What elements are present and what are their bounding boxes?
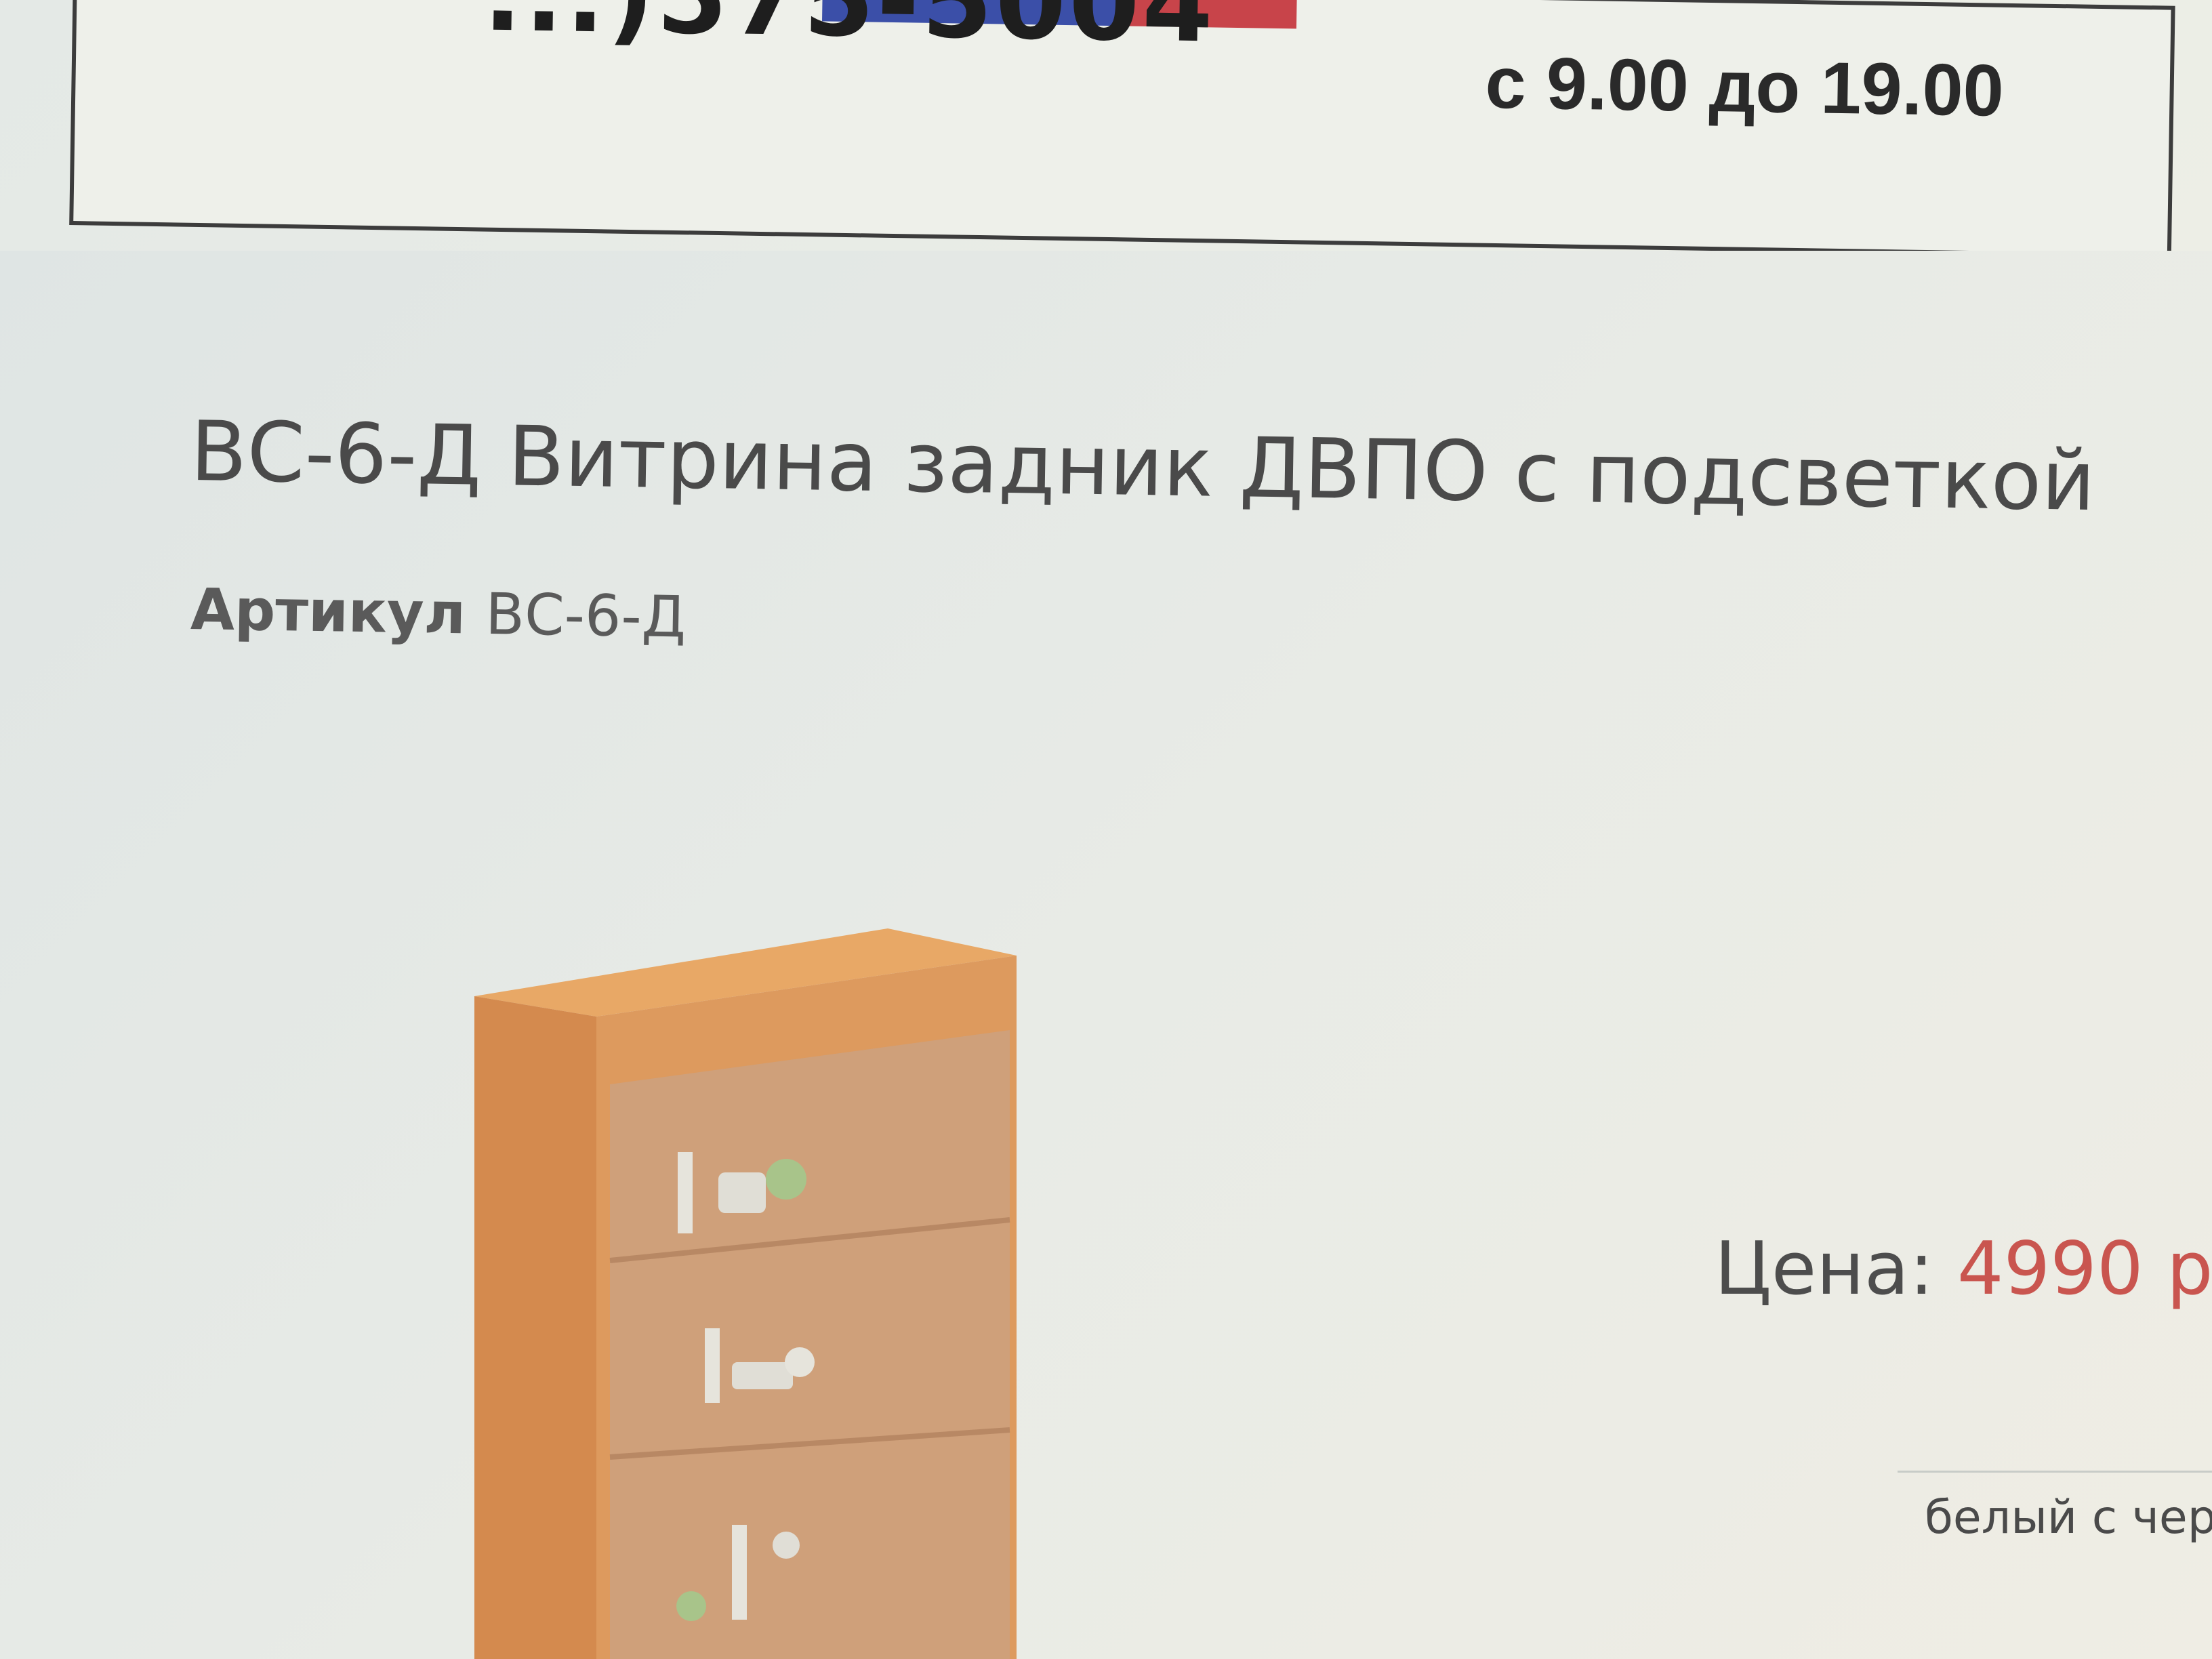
shelf-item	[732, 1525, 747, 1620]
shelf-item	[785, 1347, 815, 1377]
product-sku: Артикул ВС-6-Д	[190, 576, 687, 650]
shelf-item	[678, 1152, 693, 1233]
shelf-item	[766, 1159, 806, 1200]
working-hours: с 9.00 до 19.00	[1484, 41, 2005, 131]
contact-header: ...)575-5004 с 9.00 до 19.00	[69, 0, 2175, 258]
color-option[interactable]: белый с черн	[1925, 1491, 2212, 1544]
shelf-item	[718, 1172, 766, 1213]
cabinet-side	[474, 996, 596, 1659]
shelf-item	[676, 1591, 706, 1621]
product-section: ВС-6-Д Витрина задник ДВПО с подсветкой …	[0, 251, 2212, 1659]
sku-label: Артикул	[190, 576, 466, 647]
shelf-item	[773, 1532, 800, 1559]
sku-value: ВС-6-Д	[485, 580, 687, 651]
cabinet-illustration	[474, 928, 1017, 1659]
divider	[1898, 1471, 2212, 1473]
phone-number[interactable]: ...)575-5004	[483, 0, 1216, 65]
price-value: 4990 р.	[1957, 1227, 2212, 1311]
shelf-item	[732, 1362, 793, 1389]
price: Цена: 4990 р.	[1715, 1227, 2212, 1311]
page: ...)575-5004 с 9.00 до 19.00 ВС-6-Д Витр…	[0, 0, 2212, 1659]
glass-door	[610, 1030, 1010, 1659]
product-title: ВС-6-Д Витрина задник ДВПО с подсветкой	[189, 403, 2096, 530]
product-image[interactable]	[474, 928, 1030, 1659]
price-label: Цена:	[1715, 1227, 1934, 1311]
shelf-item	[705, 1328, 720, 1403]
